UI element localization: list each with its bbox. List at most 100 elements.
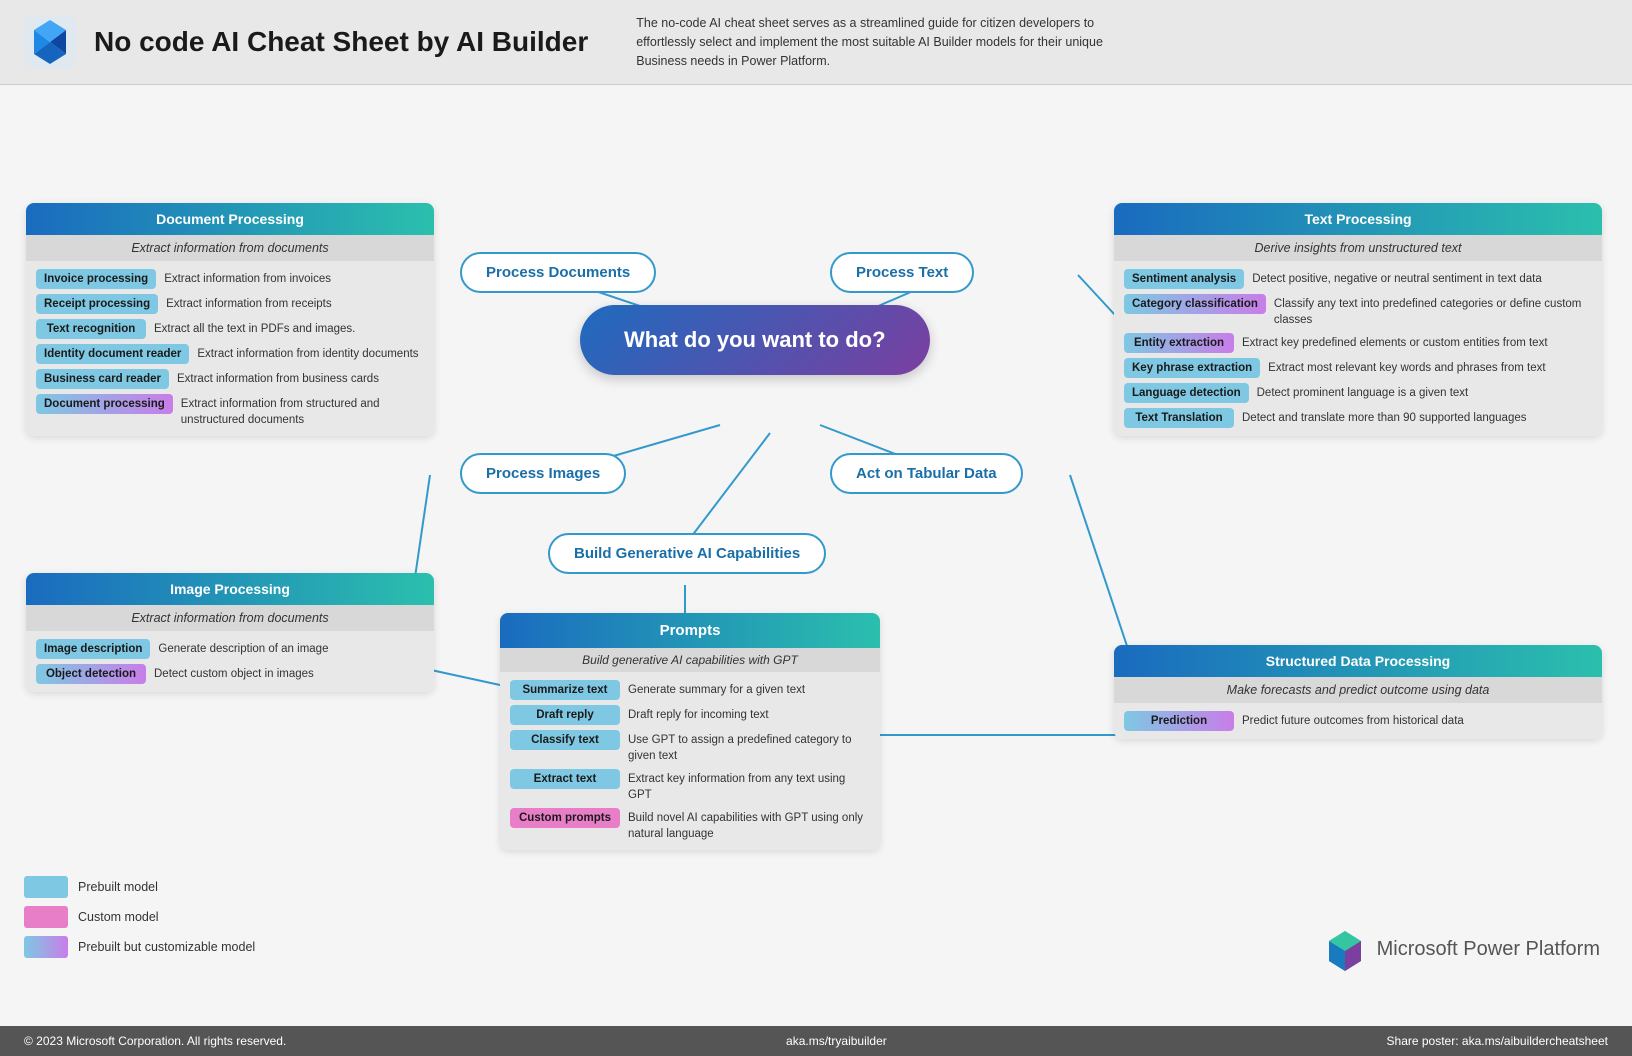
footer: © 2023 Microsoft Corporation. All rights…	[0, 1026, 1632, 1056]
structured-data-subtitle: Make forecasts and predict outcome using…	[1114, 677, 1602, 703]
legend-color-prebuilt-custom	[24, 936, 68, 958]
image-processing-subtitle: Extract information from documents	[26, 605, 434, 631]
image-processing-body: Image description Generate description o…	[26, 631, 434, 692]
center-node: What do you want to do?	[580, 305, 930, 375]
header: No code AI Cheat Sheet by AI Builder The…	[0, 0, 1632, 85]
text-desc-entity: Extract key predefined elements or custo…	[1242, 333, 1548, 352]
legend-color-custom	[24, 906, 68, 928]
legend-color-prebuilt	[24, 876, 68, 898]
text-row-entity: Entity extraction Extract key predefined…	[1124, 333, 1592, 353]
text-row-sentiment: Sentiment analysis Detect positive, nega…	[1124, 269, 1592, 289]
footer-copyright: © 2023 Microsoft Corporation. All rights…	[24, 1034, 286, 1048]
doc-desc-document-proc: Extract information from structured and …	[181, 394, 424, 428]
ai-builder-logo	[24, 16, 76, 68]
legend-label-custom: Custom model	[78, 910, 159, 924]
prompts-subtitle: Build generative AI capabilities with GP…	[500, 648, 880, 672]
text-desc-category: Classify any text into predefined catego…	[1274, 294, 1592, 328]
text-desc-translation: Detect and translate more than 90 suppor…	[1242, 408, 1527, 427]
prompts-row-classify: Classify text Use GPT to assign a predef…	[510, 730, 870, 764]
flow-node-process-text: Process Text	[830, 252, 974, 293]
text-label-entity: Entity extraction	[1124, 333, 1234, 353]
structured-row-prediction: Prediction Predict future outcomes from …	[1124, 711, 1592, 731]
image-desc-description: Generate description of an image	[158, 639, 328, 658]
text-desc-keyphrase: Extract most relevant key words and phra…	[1268, 358, 1545, 377]
doc-label-document-proc: Document processing	[36, 394, 173, 414]
text-processing-body: Sentiment analysis Detect positive, nega…	[1114, 261, 1602, 436]
text-label-language: Language detection	[1124, 383, 1249, 403]
doc-row-invoice: Invoice processing Extract information f…	[36, 269, 424, 289]
doc-row-business-card: Business card reader Extract information…	[36, 369, 424, 389]
ms-logo-icon	[1323, 927, 1367, 971]
prompts-desc-classify: Use GPT to assign a predefined category …	[628, 730, 870, 764]
doc-label-identity: Identity document reader	[36, 344, 189, 364]
prompts-desc-extract: Extract key information from any text us…	[628, 769, 870, 803]
image-processing-box: Image Processing Extract information fro…	[26, 573, 434, 692]
prompts-desc-draft: Draft reply for incoming text	[628, 705, 769, 724]
flow-node-process-documents: Process Documents	[460, 252, 656, 293]
prompts-label-draft: Draft reply	[510, 705, 620, 725]
text-row-keyphrase: Key phrase extraction Extract most relev…	[1124, 358, 1592, 378]
doc-desc-invoice: Extract information from invoices	[164, 269, 331, 288]
prompts-row-custom: Custom prompts Build novel AI capabiliti…	[510, 808, 870, 842]
doc-label-receipt: Receipt processing	[36, 294, 158, 314]
prompts-desc-summarize: Generate summary for a given text	[628, 680, 805, 699]
structured-data-box: Structured Data Processing Make forecast…	[1114, 645, 1602, 739]
image-row-description: Image description Generate description o…	[36, 639, 424, 659]
prompts-label-summarize: Summarize text	[510, 680, 620, 700]
doc-processing-header: Document Processing	[26, 203, 434, 235]
doc-desc-text-recognition: Extract all the text in PDFs and images.	[154, 319, 355, 338]
text-row-category: Category classification Classify any tex…	[1124, 294, 1592, 328]
page-title: No code AI Cheat Sheet by AI Builder	[94, 26, 588, 58]
text-label-translation: Text Translation	[1124, 408, 1234, 428]
document-processing-box: Document Processing Extract information …	[26, 203, 434, 436]
doc-desc-identity: Extract information from identity docume…	[197, 344, 418, 363]
doc-processing-body: Invoice processing Extract information f…	[26, 261, 434, 436]
prompts-label-classify: Classify text	[510, 730, 620, 750]
legend-item-prebuilt-customizable: Prebuilt but customizable model	[24, 936, 255, 958]
prompts-row-extract: Extract text Extract key information fro…	[510, 769, 870, 803]
footer-url: aka.ms/tryaibuilder	[786, 1034, 887, 1048]
prompts-body: Summarize text Generate summary for a gi…	[500, 672, 880, 850]
prompts-label-extract: Extract text	[510, 769, 620, 789]
legend: Prebuilt model Custom model Prebuilt but…	[24, 876, 255, 966]
image-processing-header: Image Processing	[26, 573, 434, 605]
legend-label-prebuilt: Prebuilt model	[78, 880, 158, 894]
doc-row-receipt: Receipt processing Extract information f…	[36, 294, 424, 314]
legend-item-prebuilt: Prebuilt model	[24, 876, 255, 898]
page: No code AI Cheat Sheet by AI Builder The…	[0, 0, 1632, 1056]
flow-node-build-gen-ai: Build Generative AI Capabilities	[548, 533, 826, 574]
text-label-category: Category classification	[1124, 294, 1266, 314]
prompts-row-draft: Draft reply Draft reply for incoming tex…	[510, 705, 870, 725]
doc-label-business-card: Business card reader	[36, 369, 169, 389]
doc-label-invoice: Invoice processing	[36, 269, 156, 289]
prompts-row-summarize: Summarize text Generate summary for a gi…	[510, 680, 870, 700]
structured-data-body: Prediction Predict future outcomes from …	[1114, 703, 1602, 739]
image-row-object: Object detection Detect custom object in…	[36, 664, 424, 684]
text-desc-language: Detect prominent language is a given tex…	[1257, 383, 1469, 402]
text-processing-header: Text Processing	[1114, 203, 1602, 235]
text-label-keyphrase: Key phrase extraction	[1124, 358, 1260, 378]
prompts-header: Prompts	[500, 613, 880, 648]
image-desc-object: Detect custom object in images	[154, 664, 314, 683]
text-processing-box: Text Processing Derive insights from uns…	[1114, 203, 1602, 436]
ms-logo-text: Microsoft Power Platform	[1377, 938, 1600, 961]
flow-node-process-images: Process Images	[460, 453, 626, 494]
image-label-description: Image description	[36, 639, 150, 659]
doc-row-document-proc: Document processing Extract information …	[36, 394, 424, 428]
ms-power-platform-logo: Microsoft Power Platform	[1323, 927, 1600, 971]
structured-data-header: Structured Data Processing	[1114, 645, 1602, 677]
doc-desc-receipt: Extract information from receipts	[166, 294, 332, 313]
structured-desc-prediction: Predict future outcomes from historical …	[1242, 711, 1464, 730]
doc-label-text-recognition: Text recognition	[36, 319, 146, 339]
doc-desc-business-card: Extract information from business cards	[177, 369, 379, 388]
doc-processing-subtitle: Extract information from documents	[26, 235, 434, 261]
image-label-object: Object detection	[36, 664, 146, 684]
text-row-language: Language detection Detect prominent lang…	[1124, 383, 1592, 403]
structured-label-prediction: Prediction	[1124, 711, 1234, 731]
prompts-desc-custom: Build novel AI capabilities with GPT usi…	[628, 808, 870, 842]
doc-row-text-recognition: Text recognition Extract all the text in…	[36, 319, 424, 339]
text-processing-subtitle: Derive insights from unstructured text	[1114, 235, 1602, 261]
legend-label-prebuilt-custom: Prebuilt but customizable model	[78, 940, 255, 954]
text-label-sentiment: Sentiment analysis	[1124, 269, 1244, 289]
legend-item-custom: Custom model	[24, 906, 255, 928]
